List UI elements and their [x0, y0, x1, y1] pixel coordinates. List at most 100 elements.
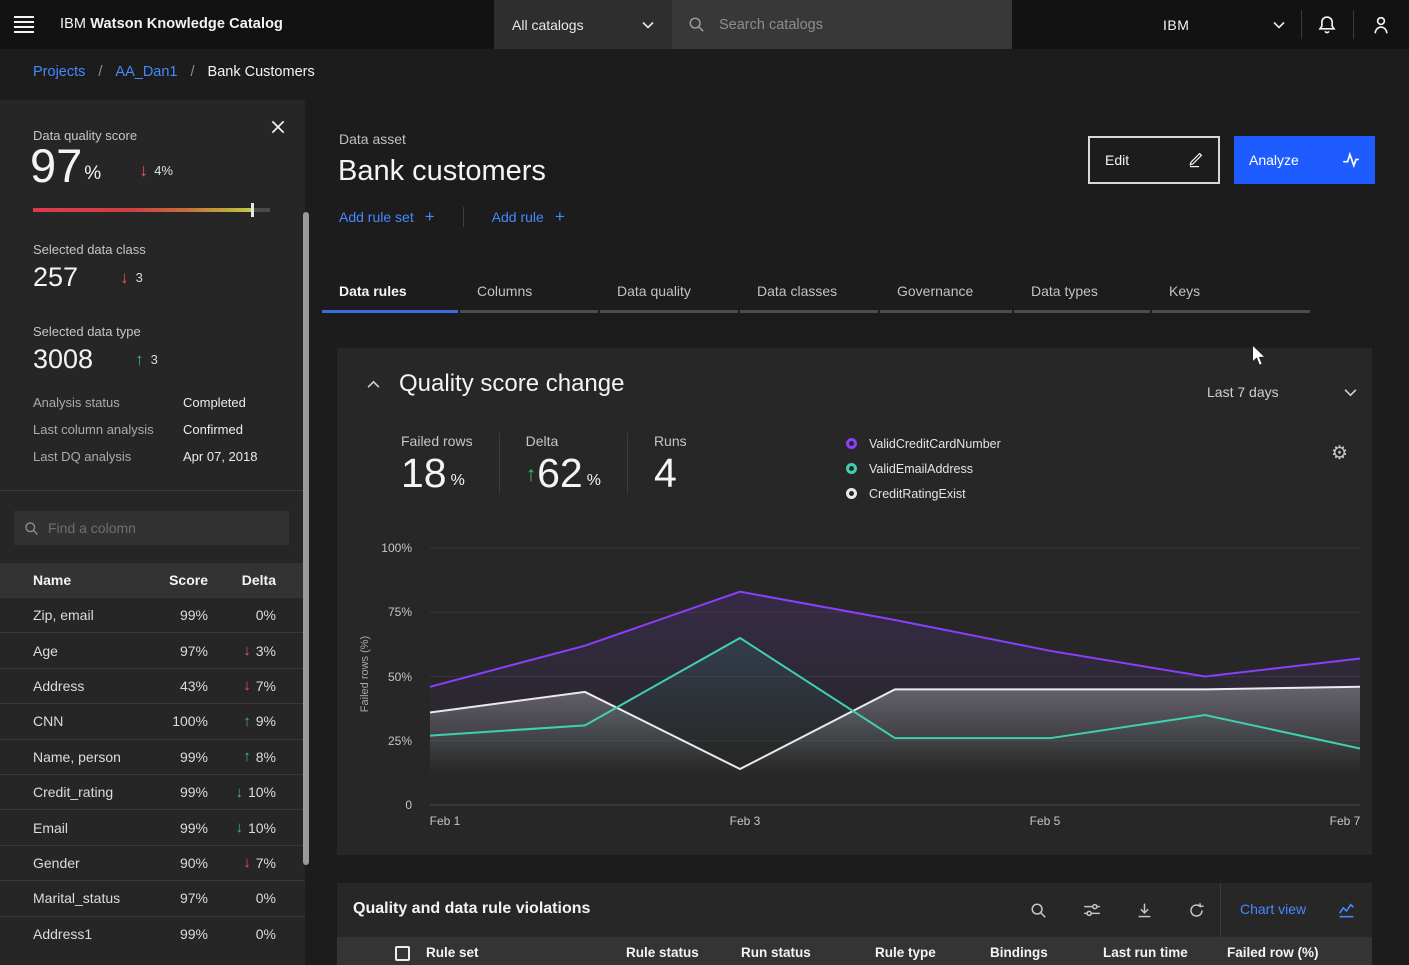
- add-links: Add rule set+ Add rule+: [339, 207, 565, 227]
- account-dropdown[interactable]: IBM: [1147, 0, 1301, 49]
- x-tick-label: Feb 1: [410, 814, 480, 828]
- chart-view-button[interactable]: [1335, 899, 1357, 921]
- analyze-button[interactable]: Analyze: [1234, 136, 1375, 184]
- close-icon[interactable]: [269, 118, 287, 136]
- tab-data-quality[interactable]: Data quality: [600, 275, 738, 313]
- table-row[interactable]: Age97%↓3%: [0, 632, 305, 667]
- tab-underline: [880, 310, 1012, 313]
- tab-label: Data types: [1031, 283, 1098, 299]
- tab-data-classes[interactable]: Data classes: [740, 275, 878, 313]
- column-score: 90%: [140, 855, 208, 871]
- delta-value: 10%: [248, 784, 276, 800]
- menu-icon[interactable]: [12, 13, 36, 35]
- table-row[interactable]: Marital_status97% 0%: [0, 880, 305, 915]
- arrow-down-icon: ↓: [120, 268, 129, 288]
- filter-button[interactable]: [1081, 899, 1103, 921]
- tab-underline: [1014, 310, 1150, 313]
- column-score: 97%: [140, 890, 208, 906]
- table-row[interactable]: CNN100%↑9%: [0, 703, 305, 738]
- catalogs-dropdown[interactable]: All catalogs: [494, 0, 672, 49]
- table-row[interactable]: Gender90%↓7%: [0, 845, 305, 880]
- avatar-icon: [1371, 15, 1391, 35]
- status-label: Last column analysis: [33, 422, 183, 437]
- refresh-button[interactable]: [1185, 899, 1207, 921]
- delta-value: 0%: [256, 926, 276, 942]
- search-icon: [688, 16, 705, 33]
- plus-icon: +: [425, 207, 435, 227]
- chevron-down-icon: [1273, 21, 1285, 29]
- chevron-down-icon: [642, 21, 654, 29]
- column-score: 43%: [140, 678, 208, 694]
- notifications-button[interactable]: [1301, 0, 1353, 49]
- column-score: 99%: [140, 820, 208, 836]
- tab-label: Columns: [477, 283, 532, 299]
- settings-adjust-icon: [1083, 901, 1101, 919]
- asset-kicker: Data asset: [339, 131, 406, 147]
- divider: [463, 207, 464, 227]
- sidebar-scrollbar[interactable]: [303, 212, 309, 865]
- y-tick-label: 100%: [370, 541, 412, 555]
- tab-bar: Data rules Columns Data qualityData classe…: [322, 275, 1310, 313]
- add-rule-link[interactable]: Add rule+: [492, 207, 565, 227]
- tab-data-types[interactable]: Data types: [1014, 275, 1150, 313]
- status-value: Apr 07, 2018: [183, 449, 257, 464]
- columns-table: NameScoreDeltaZip, email99%0%Age97%↓3% Ad…: [0, 563, 305, 951]
- column-name: Gender: [0, 855, 140, 871]
- delta-value: 0%: [256, 890, 276, 906]
- violations-column-header: Bindings: [990, 945, 1048, 960]
- column-score: 99%: [140, 607, 208, 623]
- download-button[interactable]: [1133, 899, 1155, 921]
- tab-data-rules[interactable]: Data rules: [322, 275, 458, 313]
- dq-score-gauge: [33, 203, 270, 217]
- y-tick-label: 25%: [370, 734, 412, 748]
- violations-column-header: Run status: [741, 945, 811, 960]
- y-tick-label: 75%: [370, 605, 412, 619]
- status-row: Analysis statusCompleted: [33, 395, 273, 410]
- quality-score-card: Quality score change Last 7 days Failed …: [337, 348, 1372, 855]
- y-axis-label: Failed rows (%): [359, 624, 371, 724]
- arrow-down-icon: ↓: [235, 819, 243, 836]
- column-delta: ↑9%: [208, 713, 286, 730]
- breadcrumb-item[interactable]: AA_Dan1: [115, 64, 177, 80]
- column-delta: 0%: [208, 890, 286, 906]
- table-row[interactable]: Email99% ↓ 10%: [0, 809, 305, 844]
- column-score: 100%: [140, 713, 208, 729]
- find-column-input[interactable]: [48, 520, 258, 536]
- chart-view-link[interactable]: Chart view: [1240, 901, 1306, 917]
- delta-value: 7%: [256, 855, 276, 871]
- column-name: Marital_status: [0, 890, 140, 906]
- column-name: Email: [0, 820, 140, 836]
- status-value: Completed: [183, 395, 246, 410]
- column-delta: ↓ 10%: [208, 784, 286, 801]
- arrow-down-icon: ↓: [243, 677, 251, 694]
- search-input[interactable]: [719, 17, 959, 33]
- column-score: 99%: [140, 784, 208, 800]
- tab-columns[interactable]: Columns: [460, 275, 598, 313]
- tab-governance[interactable]: Governance: [880, 275, 1012, 313]
- columns-table-header: NameScoreDelta: [0, 563, 305, 597]
- table-row[interactable]: Address199%0%: [0, 916, 305, 951]
- table-row[interactable]: Name, person99%↑8%: [0, 739, 305, 774]
- select-all-checkbox[interactable]: [395, 946, 410, 961]
- arrow-down-icon: ↓: [235, 784, 243, 801]
- delta-value: 10%: [248, 820, 276, 836]
- edit-button[interactable]: Edit: [1088, 136, 1220, 184]
- table-row[interactable]: Credit_rating99%↓10%: [0, 774, 305, 809]
- search-button[interactable]: [1027, 899, 1049, 921]
- tab-keys[interactable]: Keys: [1152, 275, 1310, 313]
- user-menu-button[interactable]: [1355, 0, 1407, 49]
- column-delta: ↓7%: [208, 677, 286, 694]
- table-row[interactable]: Zip, email99%0%: [0, 597, 305, 632]
- plus-icon: +: [555, 207, 565, 227]
- violations-table-header: Rule setRule statusRun statusRule typeBi…: [337, 937, 1372, 965]
- column-header: Score: [140, 572, 208, 588]
- divider: [1353, 10, 1354, 39]
- add-rule-set-link[interactable]: Add rule set+: [339, 207, 435, 227]
- tab-underline: [600, 310, 738, 313]
- data-quality-sidebar: Data quality score 97 % ↓4% Selected dat…: [0, 100, 305, 965]
- breadcrumb-item[interactable]: Projects: [33, 64, 85, 80]
- breadcrumb-separator: /: [98, 64, 102, 80]
- activity-icon: [1342, 151, 1360, 169]
- status-value: Confirmed: [183, 422, 243, 437]
- table-row[interactable]: Address43%↓7%: [0, 668, 305, 703]
